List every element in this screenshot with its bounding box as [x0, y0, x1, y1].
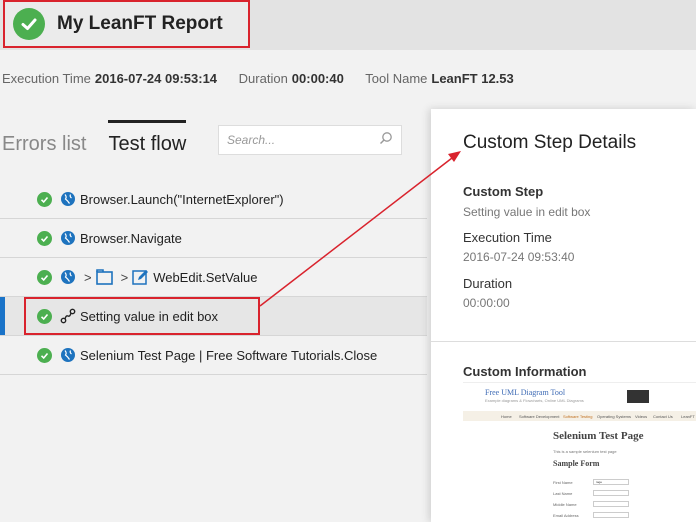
test-flow-list: Browser. Launch("InternetExplorer") Brows… — [0, 180, 427, 375]
thumb-page-subtitle: This is a sample selenium test page — [553, 449, 617, 454]
tab-errors-list[interactable]: Errors list — [2, 133, 86, 156]
step-browser-navigate[interactable]: Browser. Navigate — [0, 219, 427, 258]
passed-check-icon — [37, 347, 52, 363]
breadcrumb-separator: > — [120, 269, 129, 285]
thumb-field-label: Middle Name — [553, 502, 577, 507]
step-object: WebEdit. — [153, 269, 206, 285]
screenshot-thumbnail[interactable]: Free UML Diagram Tool Example diagrams &… — [463, 382, 696, 522]
details-panel-title: Custom Step Details — [463, 132, 637, 153]
search-input[interactable]: Search... — [218, 125, 402, 155]
tab-test-flow[interactable]: Test flow — [108, 120, 187, 156]
execution-time-label: Execution Time — [463, 230, 552, 245]
thumb-nav-item: Videos — [635, 414, 648, 419]
step-custom-setting-value[interactable]: Setting value in edit box — [0, 297, 427, 336]
edit-field-icon — [132, 269, 149, 285]
panel-divider — [431, 341, 696, 342]
step-webedit-setvalue[interactable]: > > WebEdit. SetValue — [0, 258, 427, 297]
step-method: Launch("InternetExplorer") — [130, 191, 284, 207]
step-browser-close[interactable]: Selenium Test Page | Free Software Tutor… — [0, 336, 427, 375]
browser-globe-icon — [60, 269, 76, 285]
page-frame-icon — [95, 269, 113, 285]
passed-check-icon — [37, 269, 52, 285]
thumb-form-title: Sample Form — [553, 459, 600, 468]
thumb-nav-item: Contact Us — [653, 414, 673, 419]
thumb-field-input — [593, 501, 629, 507]
search-icon[interactable] — [379, 131, 393, 150]
thumb-field-label: Email Address — [553, 513, 579, 518]
passed-check-icon — [37, 230, 52, 246]
thumb-nav-item: Software Testing — [563, 414, 593, 419]
thumb-menu-button — [627, 390, 649, 403]
thumb-nav-item: Software Development — [519, 414, 560, 419]
duration-value: 00:00:00 — [463, 296, 510, 310]
details-panel: Custom Step Details Custom Step Setting … — [431, 109, 696, 522]
step-browser-launch[interactable]: Browser. Launch("InternetExplorer") — [0, 180, 427, 219]
step-object: Browser. — [80, 191, 131, 207]
thumb-field-label: Last Name — [553, 491, 573, 496]
thumb-nav: Home Software Development Software Testi… — [463, 411, 696, 421]
custom-step-icon — [60, 308, 76, 324]
thumb-brand: Free UML Diagram Tool — [485, 388, 566, 397]
thumb-page-title: Selenium Test Page — [553, 430, 644, 442]
custom-step-label: Custom Step — [463, 184, 544, 199]
execution-time-label: Execution Time — [2, 71, 91, 86]
step-text: Selenium Test Page | Free Software Tutor… — [80, 347, 378, 363]
passed-check-icon — [37, 308, 52, 324]
thumb-nav-item: Operating Systems — [597, 414, 632, 419]
step-method: SetValue — [205, 269, 258, 285]
tool-name-value: LeanFT 12.53 — [431, 71, 514, 86]
step-method: Navigate — [130, 230, 182, 246]
browser-globe-icon — [60, 191, 76, 207]
execution-time-value: 2016-07-24 09:53:40 — [463, 250, 575, 264]
thumb-nav-item: Home — [501, 414, 512, 419]
search-placeholder: Search... — [227, 133, 276, 147]
report-title: My LeanFT Report — [57, 13, 223, 34]
report-status-check-icon — [13, 8, 45, 40]
execution-time-value: 2016-07-24 09:53:14 — [94, 71, 218, 86]
custom-step-value: Setting value in edit box — [463, 205, 591, 219]
browser-globe-icon — [60, 230, 76, 246]
duration-value: 00:00:40 — [291, 71, 344, 86]
thumb-field-input — [593, 512, 629, 518]
thumb-tagline: Example diagrams & Flowcharts, Online UM… — [485, 398, 584, 403]
view-tabs: Errors list Test flow — [2, 120, 208, 156]
step-text: Setting value in edit box — [80, 308, 219, 324]
passed-check-icon — [37, 191, 52, 207]
thumb-nav-item: LeanFT — [681, 414, 695, 419]
browser-globe-icon — [60, 347, 76, 363]
duration-label: Duration — [238, 71, 288, 86]
step-object: Browser. — [80, 230, 131, 246]
tool-name-label: Tool Name — [365, 71, 428, 86]
thumb-field-input: rage — [593, 479, 629, 485]
duration-label: Duration — [463, 276, 513, 291]
execution-meta: Execution Time 2016-07-24 09:53:14 Durati… — [2, 71, 532, 86]
thumb-field-input — [593, 490, 629, 496]
thumb-field-label: First Name — [553, 480, 573, 485]
custom-information-label: Custom Information — [463, 364, 587, 379]
breadcrumb-separator: > — [84, 269, 92, 285]
report-header: My LeanFT Report — [3, 0, 250, 48]
